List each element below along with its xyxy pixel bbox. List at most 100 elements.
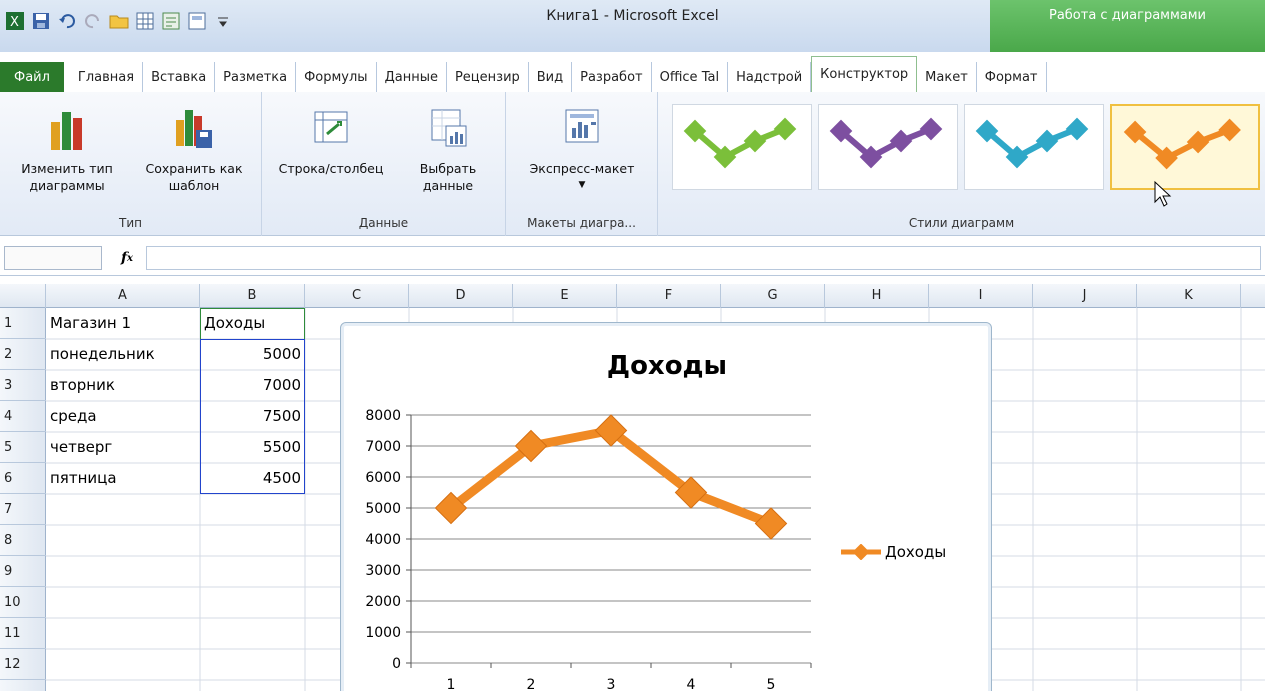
bar-chart-icon [51,112,82,150]
row-header[interactable]: 8 [0,525,46,556]
row-header[interactable]: 12 [0,649,46,680]
chart-style-purple[interactable] [818,104,958,190]
group-data: Строка/столбец Выбрать данные Данные [262,92,506,236]
style-preview-line [985,126,1079,161]
select-all-corner[interactable] [0,284,46,308]
tab-insert[interactable]: Вставка [143,62,216,92]
formula-bar: fx [0,240,1265,276]
tab-file[interactable]: Файл [0,62,64,92]
tab-office-tab[interactable]: Office Tal [652,62,729,92]
x-tick-label: 2 [527,677,536,691]
chart-tools-header: Работа с диаграммами [990,0,1265,52]
x-tick-label: 4 [687,677,696,691]
style-preview-marker [1065,117,1089,141]
select-data-icon [431,109,467,147]
row-header[interactable]: 6 [0,463,46,494]
switch-row-column-button[interactable]: Строка/столбец [266,106,396,177]
y-tick-label: 3000 [365,563,401,579]
column-header-h[interactable]: H [825,284,929,308]
row-header[interactable]: 2 [0,339,46,370]
group-data-label: Данные [358,216,409,230]
tab-view[interactable]: Вид [529,62,573,92]
style-preview-marker [773,117,797,141]
style-preview-line [1133,127,1231,162]
row-header[interactable]: 10 [0,587,46,618]
column-header-e[interactable]: E [513,284,617,308]
tab-layout[interactable]: Макет [917,62,977,92]
x-tick-label: 3 [607,677,616,691]
chart-legend[interactable]: Доходы [839,543,946,561]
legend-marker-icon [841,544,881,560]
cell-a5[interactable]: четверг [46,432,200,463]
quick-layout-button[interactable]: Экспресс-макет ▼ [512,106,652,194]
column-header-j[interactable]: J [1033,284,1137,308]
row-header[interactable]: 5 [0,432,46,463]
chart-style-orange-selected[interactable] [1110,104,1260,190]
y-tick-label: 6000 [365,470,401,486]
y-tick-label: 0 [392,656,401,672]
tab-home[interactable]: Главная [70,62,144,92]
formula-input[interactable] [146,246,1261,270]
x-tick-label: 1 [447,677,456,691]
save-as-template-button[interactable]: Сохранить как шаблон [134,106,254,194]
group-type-label: Тип [119,216,142,230]
data-range-highlight [200,339,305,494]
style-preview-marker [1218,118,1241,142]
style-preview-line [693,126,787,161]
tab-design[interactable]: Конструктор [811,56,918,92]
row-header[interactable]: 11 [0,618,46,649]
insert-function-icon[interactable]: fx [112,244,142,272]
tab-format[interactable]: Формат [977,62,1047,92]
dropdown-arrow-icon: ▼ [578,180,586,190]
style-preview-line [839,126,933,161]
cell-a2[interactable]: понедельник [46,339,200,370]
y-tick-label: 8000 [365,408,401,424]
tab-formulas[interactable]: Формулы [296,62,377,92]
row-header[interactable]: 7 [0,494,46,525]
select-data-button[interactable]: Выбрать данные [400,106,496,194]
group-chart-styles-label: Стили диаграмм [908,216,1015,230]
column-header-i[interactable]: I [929,284,1033,308]
tab-page-layout[interactable]: Разметка [215,62,297,92]
column-header-d[interactable]: D [409,284,513,308]
tab-review[interactable]: Рецензир [447,62,529,92]
excel-window: X Книга1 - Microsoft Excel Работа с диаг… [0,0,1265,691]
column-header-f[interactable]: F [617,284,721,308]
quick-layout-icon [565,109,599,143]
data-point-marker[interactable] [754,507,788,540]
y-tick-label: 5000 [365,501,401,517]
group-type: Изменить тип диаграммы Сохранить как шаб… [0,92,262,236]
style-preview-marker [889,129,913,153]
style-preview-marker [1186,130,1210,154]
column-header-a[interactable]: A [46,284,200,308]
cell-a4[interactable]: среда [46,401,200,432]
title-bar: X Книга1 - Microsoft Excel Работа с диаг… [0,0,1265,52]
cell-a1[interactable]: Магазин 1 [46,308,200,339]
row-header[interactable]: 3 [0,370,46,401]
chart-style-green[interactable] [672,104,812,190]
chart-object[interactable]: Доходы 0 1000 2000 3000 4000 5000 6000 7000 8000… [340,322,992,691]
tab-developer[interactable]: Разработ [572,62,652,92]
tab-addins[interactable]: Надстрой [728,62,812,92]
row-header[interactable]: 4 [0,401,46,432]
row-header[interactable]: 1 [0,308,46,339]
style-preview-marker [1035,129,1059,153]
ribbon-tabs: Файл Главная Вставка Разметка Формулы Да… [0,54,1265,92]
cell-a3[interactable]: вторник [46,370,200,401]
column-header-b[interactable]: B [200,284,305,308]
y-tick-label: 2000 [365,594,401,610]
column-header-g[interactable]: G [721,284,825,308]
chart-style-teal[interactable] [964,104,1104,190]
cell-a6[interactable]: пятница [46,463,200,494]
series-name-highlight [200,308,305,339]
row-header[interactable]: 9 [0,556,46,587]
tab-data[interactable]: Данные [377,62,447,92]
column-header-k[interactable]: K [1137,284,1241,308]
chart-plot: 0 1000 2000 3000 4000 5000 6000 7000 8000 1 2 3 4 5 [365,408,812,691]
style-preview-marker [743,129,767,153]
group-layouts-label: Макеты диагра... [527,216,636,230]
change-chart-type-button[interactable]: Изменить тип диаграммы [4,106,130,194]
name-box[interactable] [4,246,102,270]
column-header-c[interactable]: C [305,284,409,308]
column-headers: A B C D E F G H I J K [0,284,1265,308]
